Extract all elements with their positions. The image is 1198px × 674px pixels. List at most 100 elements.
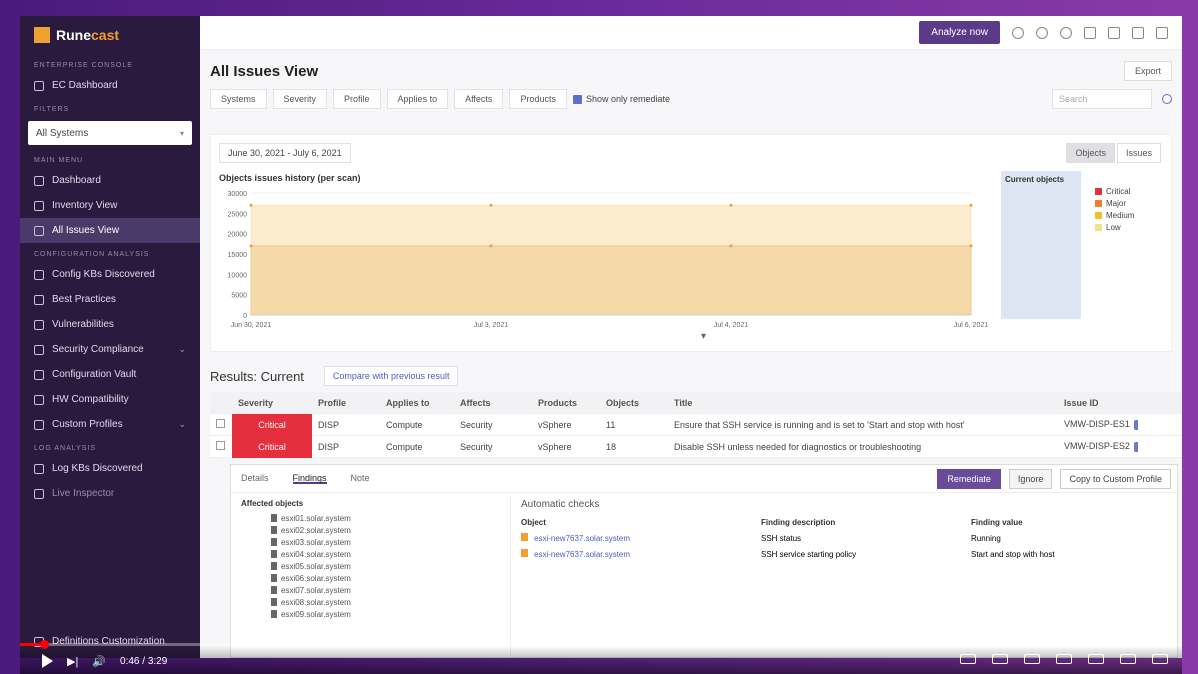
sidebar-item-best-practices[interactable]: Best Practices <box>20 287 200 312</box>
table-row[interactable]: Critical DISP Compute Security vSphere 1… <box>210 413 1182 436</box>
tab-details[interactable]: Details <box>241 473 269 484</box>
checkbox-icon <box>572 94 582 104</box>
col-title[interactable]: Title <box>668 398 1058 408</box>
legend-item[interactable]: Critical <box>1095 185 1134 197</box>
col-products[interactable]: Products <box>532 398 600 408</box>
tree-item[interactable]: esxi03.solar.system <box>231 536 510 548</box>
copy-profile-button[interactable]: Copy to Custom Profile <box>1060 469 1171 489</box>
sidebar-item-live-inspector[interactable]: Live Inspector <box>20 481 200 506</box>
col-severity[interactable]: Severity <box>232 398 312 408</box>
sidebar-item-hw-compatibility[interactable]: HW Compatibility <box>20 387 200 412</box>
tab-note[interactable]: Note <box>351 473 370 484</box>
chat-icon[interactable] <box>1084 26 1096 39</box>
ignore-button[interactable]: Ignore <box>1008 469 1053 489</box>
video-progress-bar[interactable] <box>20 643 1182 646</box>
calendar-icon[interactable] <box>1132 26 1144 39</box>
tab-findings[interactable]: Findings <box>292 473 327 484</box>
tree-item[interactable]: esxi04.solar.system <box>231 548 510 560</box>
volume-icon[interactable]: 🔊 <box>92 655 106 668</box>
filter-systems[interactable]: Systems <box>210 89 267 109</box>
fullscreen-icon[interactable] <box>1152 654 1168 664</box>
sidebar-item-label: HW Compatibility <box>52 394 129 405</box>
edit-icon[interactable] <box>1108 26 1120 39</box>
col-affects[interactable]: Affects <box>454 398 532 408</box>
analyze-now-button[interactable]: Analyze now <box>919 21 1000 44</box>
search-icon[interactable] <box>1162 94 1172 104</box>
gear-icon[interactable] <box>1036 26 1048 39</box>
next-icon[interactable]: ▶| <box>67 655 78 668</box>
sidebar-item-security-compliance[interactable]: Security Compliance ⌄ <box>20 337 200 362</box>
sidebar-item-dashboard[interactable]: Dashboard <box>20 168 200 193</box>
tree-label: esxi01.solar.system <box>281 513 351 523</box>
info-icon[interactable] <box>1133 441 1138 452</box>
history-icon[interactable] <box>1012 26 1024 39</box>
search-input[interactable]: Search <box>1052 89 1152 109</box>
host-icon <box>271 610 277 618</box>
sidebar-item-inventory[interactable]: Inventory View <box>20 193 200 218</box>
tree-label: esxi03.solar.system <box>281 537 351 547</box>
object-link[interactable]: esxi-new7637.solar.system <box>534 550 630 559</box>
sidebar-item-ec-dashboard[interactable]: EC Dashboard <box>20 73 200 98</box>
tree-label: esxi06.solar.system <box>281 573 351 583</box>
cell-applies: Compute <box>386 441 423 452</box>
logo[interactable]: Runecast <box>20 16 200 54</box>
table-row[interactable]: Critical DISP Compute Security vSphere 1… <box>210 435 1182 458</box>
row-checkbox[interactable] <box>216 441 225 450</box>
tree-item[interactable]: esxi05.solar.system <box>231 560 510 572</box>
tree-item[interactable]: esxi09.solar.system <box>231 608 510 620</box>
sidebar-item-vulnerabilities[interactable]: Vulnerabilities <box>20 312 200 337</box>
remediate-button[interactable]: Remediate <box>937 469 1001 489</box>
legend-item[interactable]: Major <box>1095 197 1134 209</box>
scrub-handle[interactable] <box>40 640 49 649</box>
miniplayer-icon[interactable] <box>1056 654 1072 664</box>
systems-select[interactable]: All Systems ▾ <box>28 121 192 145</box>
cell-profile: DISP <box>318 419 340 430</box>
export-button[interactable]: Export <box>1123 61 1172 81</box>
play-icon[interactable] <box>42 654 53 668</box>
sidebar-item-custom-profiles[interactable]: Custom Profiles ⌄ <box>20 412 200 437</box>
tree-item[interactable]: esxi08.solar.system <box>231 596 510 608</box>
tree-item[interactable]: esxi07.solar.system <box>231 584 510 596</box>
tree-item[interactable]: esxi01.solar.system <box>231 512 510 524</box>
shield-icon <box>34 344 44 355</box>
tree-item[interactable]: esxi06.solar.system <box>231 572 510 584</box>
filter-profile[interactable]: Profile <box>333 89 381 109</box>
col-issue-id[interactable]: Issue ID <box>1058 398 1138 408</box>
sidebar-item-configuration-vault[interactable]: Configuration Vault <box>20 362 200 387</box>
user-icon[interactable] <box>1156 26 1168 39</box>
autoplay-icon[interactable] <box>960 654 976 664</box>
expand-handle[interactable]: ▾ <box>701 331 706 342</box>
help-icon[interactable] <box>1060 26 1072 39</box>
automatic-checks-panel: Automatic checks Object Finding descript… <box>521 495 1171 562</box>
row-checkbox[interactable] <box>216 419 225 428</box>
col-profile[interactable]: Profile <box>312 398 380 408</box>
filter-severity[interactable]: Severity <box>272 89 328 109</box>
compare-button[interactable]: Compare with previous result <box>323 366 459 386</box>
results-header: Results: Current Compare with previous r… <box>210 366 459 386</box>
filter-products[interactable]: Products <box>509 89 567 109</box>
legend-item[interactable]: Low <box>1095 221 1134 233</box>
legend-item[interactable]: Medium <box>1095 209 1134 221</box>
sidebar-item-label: EC Dashboard <box>52 80 118 91</box>
object-link[interactable]: esxi-new7637.solar.system <box>534 534 630 543</box>
tree-item[interactable]: esxi02.solar.system <box>231 524 510 536</box>
show-remediate-checkbox[interactable]: Show only remediate <box>572 94 670 104</box>
subtitles-icon[interactable] <box>992 654 1008 664</box>
col-applies[interactable]: Applies to <box>380 398 454 408</box>
sidebar-item-config-kbs[interactable]: Config KBs Discovered <box>20 262 200 287</box>
info-icon[interactable] <box>1133 419 1138 430</box>
video-time: 0:46 / 3:29 <box>120 655 168 667</box>
sidebar-item-label: Vulnerabilities <box>52 319 114 330</box>
log-icon <box>34 463 44 474</box>
theater-icon[interactable] <box>1088 654 1104 664</box>
col-objects[interactable]: Objects <box>600 398 668 408</box>
cast-icon[interactable] <box>1120 654 1136 664</box>
settings-icon[interactable] <box>1024 654 1040 664</box>
sidebar-item-label: Configuration Vault <box>52 369 137 380</box>
bulb-icon <box>34 269 44 280</box>
sidebar-item-all-issues[interactable]: All Issues View <box>20 218 200 243</box>
sidebar-item-log-kbs[interactable]: Log KBs Discovered <box>20 456 200 481</box>
filter-affects[interactable]: Affects <box>454 89 504 109</box>
filter-applies-to[interactable]: Applies to <box>386 89 449 109</box>
grid-icon <box>34 200 44 211</box>
